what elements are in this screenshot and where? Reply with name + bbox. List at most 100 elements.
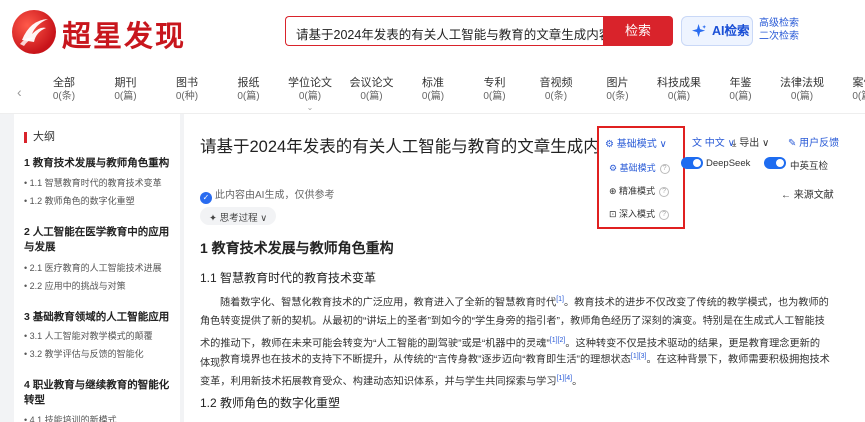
language-dropdown[interactable]: 文 中文 ∨: [692, 134, 735, 149]
chevron-down-icon: ∨: [761, 138, 770, 149]
outline-item[interactable]: • 1.1 智慧教育时代的教育技术变革: [24, 177, 178, 189]
mode-option-deep[interactable]: ⊡ 深入模式?: [609, 207, 670, 220]
outline-item[interactable]: • 1.2 教师角色的数字化重塑: [24, 195, 178, 207]
category-name: 会议论文: [349, 77, 394, 89]
translate-toggle-label: 中英互检: [790, 161, 829, 172]
search-input[interactable]: 请基于2024年发表的有关人工智能与教育的文章生成内容: [285, 16, 603, 46]
outline-heading[interactable]: 4 职业教育与继续教育的智能化转型: [24, 378, 178, 408]
citation-link[interactable]: [1][4]: [557, 375, 573, 382]
category-count: 0(篇): [298, 91, 322, 102]
check-circle-icon: ✓: [200, 192, 212, 204]
outline-item[interactable]: • 3.2 教学评估与反馈的智能化: [24, 348, 178, 360]
deepseek-label: DeepSeek: [706, 158, 751, 169]
category-tab[interactable]: 专利 0(篇): [465, 76, 525, 104]
logo-text[interactable]: 超星发现: [62, 13, 186, 55]
category-tab[interactable]: 报纸 0(篇): [219, 76, 279, 104]
translate-toggle[interactable]: [764, 157, 786, 169]
category-name: 全部: [53, 77, 75, 89]
outline-sidebar: 大纲 1 教育技术发展与教师角色重构 • 1.1 智慧教育时代的教育技术变革 •…: [14, 122, 180, 422]
category-count: 0(篇): [114, 91, 137, 102]
category-tab[interactable]: 科技成果 0(篇): [649, 76, 709, 104]
category-count: 0(条): [52, 91, 76, 102]
download-icon: ⤓: [732, 138, 737, 149]
translate-icon: 文: [692, 138, 702, 149]
chevron-down-icon[interactable]: ⌄: [280, 104, 340, 112]
category-name: 法律法规: [780, 77, 824, 89]
thinking-label: 思考过程: [219, 213, 258, 224]
language-label: 中文: [704, 138, 725, 149]
mode-current: 基础模式: [616, 139, 657, 150]
page-title: 请基于2024年发表的有关人工智能与教育的文章生成内容: [200, 138, 617, 156]
category-tab[interactable]: 期刊 0(篇): [96, 76, 156, 104]
category-tab[interactable]: 法律法规 0(篇): [772, 76, 832, 104]
category-tab[interactable]: 图书 0(种): [157, 76, 217, 104]
deep-mode-icon: ⊡: [609, 209, 620, 219]
category-tab[interactable]: 标准 0(篇): [403, 76, 463, 104]
outline-title: 大纲: [24, 132, 55, 143]
ai-disclaimer-text: 此内容由AI生成，仅供参考: [215, 190, 335, 201]
category-tab[interactable]: 图片 0(条): [588, 76, 648, 104]
ai-disclaimer: ✓ 此内容由AI生成，仅供参考: [200, 186, 334, 204]
outline-heading[interactable]: 3 基础教育领域的人工智能应用: [24, 310, 178, 325]
help-icon[interactable]: ?: [659, 164, 670, 174]
thinking-process-button[interactable]: ✦ 思考过程 ∨: [200, 207, 277, 225]
chevron-down-icon: ∨: [257, 213, 268, 224]
outline-heading[interactable]: 2 人工智能在医学教育中的应用与发展: [24, 225, 178, 255]
outline-heading[interactable]: 1 教育技术发展与教师角色重构: [24, 156, 178, 171]
help-icon[interactable]: ?: [659, 187, 670, 197]
category-tab[interactable]: 全部 0(条): [34, 76, 94, 104]
category-name: 图书: [176, 77, 198, 89]
logo-icon[interactable]: [12, 10, 56, 54]
outline-item[interactable]: • 2.1 医疗教育的人工智能技术进展: [24, 262, 178, 274]
category-bar: ‹ 全部 0(条) 期刊 0(篇) 图书 0(种) 报纸 0(篇) 学位论文 0(篇) ⌄ 会议论文 0…: [0, 72, 865, 112]
outline-item[interactable]: • 3.1 人工智能对教学模式的颠覆: [24, 330, 178, 342]
category-count: 0(条): [606, 91, 629, 102]
chevron-down-icon: ∨: [659, 139, 667, 150]
feedback-icon: ✎: [788, 138, 797, 149]
sources-label: 来源文献: [793, 190, 834, 201]
outline-item[interactable]: • 2.2 应用中的挑战与对策: [24, 280, 178, 292]
help-icon[interactable]: ?: [659, 210, 670, 220]
ai-search-button[interactable]: AI检索: [681, 16, 753, 46]
paragraph: 教育境界也在技术的支持下不断提升，从传统的“言传身教”逐步迈向“教育即生活”的理…: [200, 353, 830, 388]
feedback-button[interactable]: ✎ 用户反馈: [788, 134, 839, 149]
category-count: 0(篇): [790, 91, 814, 102]
gutter: [0, 114, 14, 422]
mode-option-label: 深入模式: [619, 209, 656, 219]
category-tab[interactable]: 案例 0(篇): [834, 76, 865, 104]
citation-link[interactable]: [1]: [556, 296, 564, 303]
arrow-left-icon: ←: [781, 190, 794, 201]
category-name: 图片: [606, 77, 629, 89]
mode-option-label: 基础模式: [619, 163, 656, 173]
search-button[interactable]: 检索: [603, 16, 673, 46]
category-name: 标准: [422, 77, 444, 89]
mode-option-precise[interactable]: ⊕ 精准模式?: [609, 184, 670, 197]
citation-link[interactable]: [1][3]: [631, 353, 647, 360]
outline-item[interactable]: • 4.1 技能培训的新模式: [24, 414, 178, 422]
deepseek-toggle[interactable]: [681, 157, 703, 169]
category-tab[interactable]: 会议论文 0(篇): [342, 76, 402, 104]
mode-selector[interactable]: ⚙ 基础模式 ∨: [605, 135, 667, 150]
chevron-left-icon[interactable]: ‹: [17, 84, 22, 100]
category-count: 0(条): [544, 91, 568, 102]
mode-option-basic[interactable]: ⚙ 基础模式?: [609, 161, 670, 174]
export-label: 导出: [739, 138, 760, 149]
category-name: 期刊: [114, 77, 137, 89]
secondary-search-link[interactable]: 二次检索: [759, 30, 799, 43]
advanced-search-link[interactable]: 高级检索: [759, 17, 799, 30]
category-count: 0(篇): [360, 91, 383, 102]
sources-link[interactable]: ← 来源文献: [781, 186, 834, 201]
target-icon: ⊕: [609, 186, 620, 196]
category-count: 0(篇): [852, 91, 865, 102]
category-count: 0(篇): [421, 91, 445, 102]
export-dropdown[interactable]: ⤓ 导出 ∨: [732, 134, 769, 149]
main-content: 请基于2024年发表的有关人工智能与教育的文章生成内容 ⚙ 基础模式 ∨ ⚙ 基…: [184, 114, 865, 422]
sparkle-icon: ✦: [209, 213, 220, 224]
category-name: 音视频: [539, 77, 573, 89]
citation-link[interactable]: [1][2]: [550, 337, 566, 344]
category-tab[interactable]: 年鉴 0(篇): [711, 76, 771, 104]
category-tab[interactable]: 音视频 0(条): [526, 76, 586, 104]
category-tab[interactable]: 学位论文 0(篇) ⌄: [280, 76, 340, 112]
category-name: 科技成果: [657, 77, 701, 89]
mode-dropdown[interactable]: ⚙ 基础模式 ∨ ⚙ 基础模式? ⊕ 精准模式? ⊡ 深入模式?: [597, 126, 685, 229]
